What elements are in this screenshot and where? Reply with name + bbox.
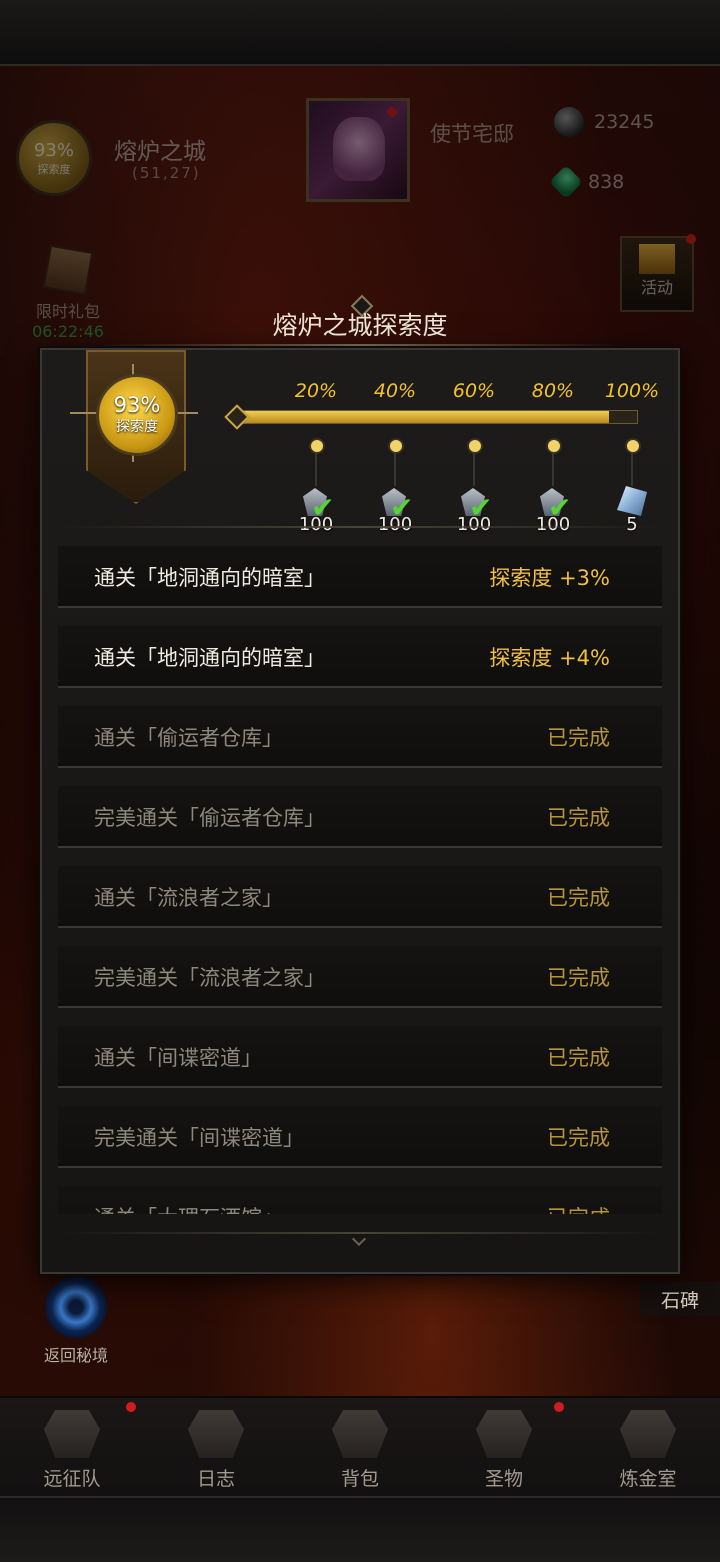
- backpack-icon: [332, 1410, 388, 1458]
- milestone-qty: 100: [456, 514, 492, 535]
- milestone-80[interactable]: 80% ✔ 100: [518, 380, 588, 535]
- milestone-stem: [394, 452, 396, 486]
- task-row[interactable]: 通关「大理石酒馆」 已完成: [58, 1186, 662, 1214]
- bottom-nav: 远征队 日志 背包 圣物 炼金室: [0, 1398, 720, 1496]
- milestone-stem: [473, 452, 475, 486]
- return-secret-button[interactable]: 返回秘境: [28, 1276, 124, 1366]
- top-frame: [0, 0, 720, 66]
- milestone-qty: 5: [626, 514, 638, 535]
- nav-label: 背包: [340, 1468, 379, 1490]
- explore-progress-fill: [237, 411, 609, 423]
- task-row[interactable]: 通关「地洞通向的暗室」 探索度 +4%: [58, 626, 662, 688]
- task-list[interactable]: 通关「地洞通向的暗室」 探索度 +3% 通关「地洞通向的暗室」 探索度 +4% …: [58, 546, 662, 1214]
- notification-dot: [554, 1402, 564, 1412]
- milestone-node: [625, 438, 641, 454]
- task-name: 完美通关「流浪者之家」: [94, 966, 325, 990]
- nav-expedition[interactable]: 远征队: [0, 1398, 144, 1496]
- task-status: 已完成: [547, 1202, 610, 1214]
- task-name: 通关「流浪者之家」: [94, 886, 283, 910]
- milestone-pct: 80%: [531, 380, 575, 402]
- milestone-pct: 20%: [294, 380, 338, 402]
- task-name: 通关「大理石酒馆」: [94, 1202, 283, 1214]
- milestone-20[interactable]: 20% ✔ 100: [281, 380, 351, 535]
- nav-label: 圣物: [484, 1468, 523, 1490]
- milestone-node: [467, 438, 483, 454]
- milestone-node: [309, 438, 325, 454]
- milestone-pct: 60%: [452, 380, 496, 402]
- nav-label: 远征队: [43, 1468, 101, 1490]
- bottom-frame: [0, 1496, 720, 1562]
- nav-label: 炼金室: [619, 1468, 677, 1490]
- return-label: 返回秘境: [43, 1346, 108, 1365]
- milestone-stem: [552, 452, 554, 486]
- badge-label: 探索度: [116, 419, 158, 435]
- viking-helmet-icon: [44, 1410, 100, 1458]
- milestone-node: [546, 438, 562, 454]
- explore-progress-track: [236, 410, 638, 424]
- nav-label: 日志: [196, 1468, 235, 1490]
- badge-pct: 93%: [113, 393, 161, 417]
- task-status: 已完成: [547, 806, 610, 830]
- milestone-pct: 100%: [604, 380, 660, 402]
- task-name: 完美通关「偷运者仓库」: [94, 806, 325, 830]
- task-status: 已完成: [547, 966, 610, 990]
- scroll-icon: [188, 1410, 244, 1458]
- alchemy-icon: [620, 1410, 676, 1458]
- nav-relics[interactable]: 圣物: [432, 1398, 576, 1496]
- task-name: 通关「间谍密道」: [94, 1046, 262, 1070]
- compass-spike-icon: [70, 412, 98, 414]
- nav-backpack[interactable]: 背包: [288, 1398, 432, 1496]
- modal-title: 熔炉之城探索度: [272, 311, 448, 340]
- task-name: 完美通关「间谍密道」: [94, 1126, 304, 1150]
- milestone-pct: 40%: [373, 380, 417, 402]
- task-status: 已完成: [547, 886, 610, 910]
- title-divider: [100, 344, 620, 346]
- task-status: 已完成: [547, 726, 610, 750]
- notification-dot: [126, 1402, 136, 1412]
- task-row[interactable]: 通关「流浪者之家」 已完成: [58, 866, 662, 928]
- nav-alchemy[interactable]: 炼金室: [576, 1398, 720, 1496]
- section-divider: [60, 526, 660, 528]
- milestone-100[interactable]: 100% 5: [597, 380, 667, 535]
- portal-icon: [45, 1276, 107, 1338]
- milestone-stem: [315, 452, 317, 486]
- milestone-stem: [631, 452, 633, 486]
- task-status: 已完成: [547, 1126, 610, 1150]
- milestone-qty: 100: [298, 514, 334, 535]
- milestone-60[interactable]: 60% ✔ 100: [439, 380, 509, 535]
- milestone-qty: 100: [535, 514, 571, 535]
- task-row[interactable]: 通关「偷运者仓库」 已完成: [58, 706, 662, 768]
- task-status: 探索度 +4%: [489, 646, 610, 670]
- task-status: 探索度 +3%: [489, 566, 610, 590]
- task-name: 通关「偷运者仓库」: [94, 726, 283, 750]
- task-status: 已完成: [547, 1046, 610, 1070]
- task-row[interactable]: 完美通关「间谍密道」 已完成: [58, 1106, 662, 1168]
- task-row[interactable]: 完美通关「偷运者仓库」 已完成: [58, 786, 662, 848]
- chalice-icon: [476, 1410, 532, 1458]
- milestone-40[interactable]: 40% ✔ 100: [360, 380, 430, 535]
- milestone-node: [388, 438, 404, 454]
- explore-progress-badge: 93% 探索度: [96, 374, 178, 456]
- task-row[interactable]: 完美通关「流浪者之家」 已完成: [58, 946, 662, 1008]
- tablet-button[interactable]: 石碑: [640, 1282, 720, 1316]
- task-row[interactable]: 通关「间谍密道」 已完成: [58, 1026, 662, 1088]
- nav-journal[interactable]: 日志: [144, 1398, 288, 1496]
- task-name: 通关「地洞通向的暗室」: [94, 566, 325, 590]
- task-row[interactable]: 通关「地洞通向的暗室」 探索度 +3%: [58, 546, 662, 608]
- task-name: 通关「地洞通向的暗室」: [94, 646, 325, 670]
- milestone-qty: 100: [377, 514, 413, 535]
